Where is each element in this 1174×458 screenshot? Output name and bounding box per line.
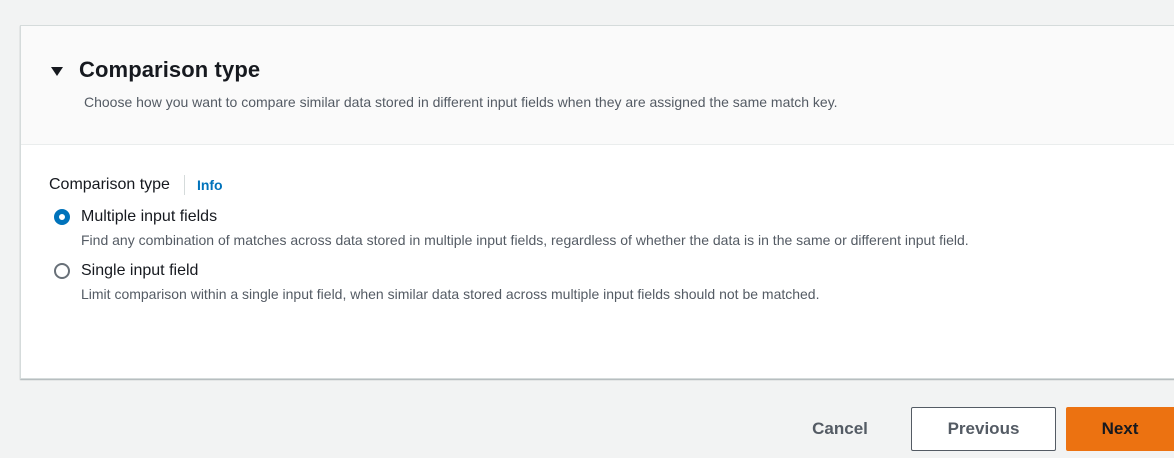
section-title: Comparison type	[79, 57, 261, 82]
panel-header: Comparison type Choose how you want to c…	[21, 26, 1174, 145]
radio-description: Limit comparison within a single input f…	[81, 286, 820, 302]
next-button[interactable]: Next	[1066, 407, 1174, 451]
radio-option-single-input-field[interactable]: Single input field Limit comparison with…	[49, 260, 1174, 304]
radio-button-unselected[interactable]	[54, 263, 70, 279]
comparison-type-panel: Comparison type Choose how you want to c…	[20, 25, 1174, 379]
section-toggle[interactable]: Comparison type	[51, 56, 1174, 84]
wizard-footer: Cancel Previous Next	[0, 407, 1174, 455]
wizard-page: Comparison type Choose how you want to c…	[0, 0, 1174, 458]
info-link[interactable]: Info	[197, 177, 223, 193]
section-description: Choose how you want to compare similar d…	[84, 94, 838, 110]
field-label-row: Comparison type Info	[49, 174, 1174, 196]
panel-body: Comparison type Info Multiple input fiel…	[21, 145, 1174, 304]
field-label: Comparison type	[49, 176, 170, 193]
radio-label[interactable]: Multiple input fields	[81, 206, 1174, 228]
caret-down-icon[interactable]	[51, 64, 63, 76]
radio-description: Find any combination of matches across d…	[81, 232, 969, 248]
radio-option-multiple-input-fields[interactable]: Multiple input fields Find any combinati…	[49, 206, 1174, 250]
previous-button[interactable]: Previous	[911, 407, 1056, 451]
cancel-button[interactable]: Cancel	[785, 407, 895, 451]
radio-button-selected[interactable]	[54, 209, 70, 225]
radio-label[interactable]: Single input field	[81, 260, 1174, 282]
label-divider	[183, 175, 185, 195]
